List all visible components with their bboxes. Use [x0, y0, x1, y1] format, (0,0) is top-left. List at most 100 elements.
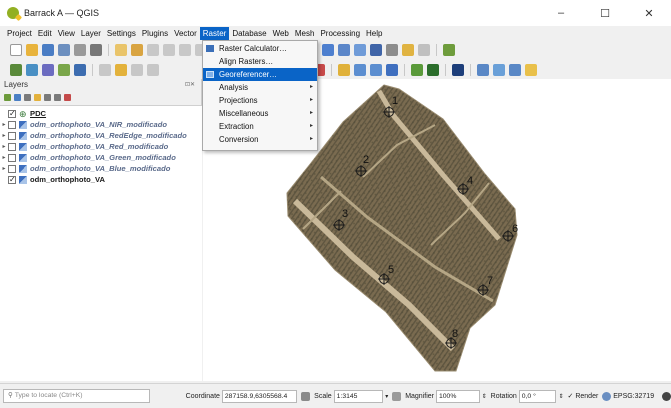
zoom-out-icon[interactable]	[163, 44, 175, 56]
locator-search-input[interactable]: ⚲ Type to locate (Ctrl+K)	[3, 389, 150, 403]
map-tips-icon[interactable]	[418, 44, 430, 56]
menu-item-miscellaneous[interactable]: Miscellaneous ▸	[203, 107, 317, 120]
pan-to-selection-icon[interactable]	[131, 44, 143, 56]
messages-icon[interactable]	[662, 391, 671, 401]
layer-row[interactable]: ▸ odm_orthophoto_VA_NIR_modificado	[0, 119, 202, 130]
layer-row[interactable]: ✓ ⊕ PDC	[0, 108, 202, 119]
menu-plugins[interactable]: Plugins	[139, 27, 171, 40]
layer-checkbox[interactable]	[8, 164, 16, 173]
trace-icon[interactable]	[370, 64, 382, 76]
vertex-tool-icon[interactable]	[147, 64, 159, 76]
layer-checkbox[interactable]: ✓	[8, 109, 16, 118]
select-features-icon[interactable]	[477, 64, 489, 76]
attribute-table-icon[interactable]	[338, 44, 350, 56]
magnifier-spinbox[interactable]: 100%	[435, 389, 480, 403]
layer-row[interactable]: ▸ odm_orthophoto_VA_Blue_modificado	[0, 163, 202, 174]
lock-scale-icon[interactable]	[392, 391, 402, 401]
filter-icon[interactable]	[525, 64, 537, 76]
crs-globe-icon[interactable]	[602, 391, 612, 401]
coordinate-field[interactable]: 287158.9,6305568.4	[221, 389, 298, 403]
digitize-icon[interactable]	[99, 64, 111, 76]
menu-mesh[interactable]: Mesh	[292, 27, 318, 40]
diagram-icon[interactable]	[338, 64, 350, 76]
layer-checkbox[interactable]	[8, 131, 16, 140]
add-layer-icon[interactable]	[10, 64, 22, 76]
extents-toggle-icon[interactable]	[301, 391, 311, 401]
expander-icon[interactable]: ▸	[0, 132, 8, 139]
chevron-down-icon[interactable]: ▾	[385, 393, 388, 400]
pan-icon[interactable]	[115, 44, 127, 56]
expander-icon[interactable]: ▸	[0, 143, 8, 150]
print-layout-icon[interactable]	[74, 44, 86, 56]
measure-icon[interactable]	[386, 44, 398, 56]
menu-help[interactable]: Help	[363, 27, 385, 40]
menu-item-extraction[interactable]: Extraction ▸	[203, 120, 317, 133]
add-delimited-icon[interactable]	[74, 64, 86, 76]
expander-icon[interactable]: ▸	[0, 121, 8, 128]
close-button[interactable]: ✕	[627, 0, 671, 26]
layer-row[interactable]: ▸ odm_orthophoto_VA_Green_modificado	[0, 152, 202, 163]
spinner-arrows-icon[interactable]: ⇕	[558, 393, 563, 400]
layer-checkbox[interactable]	[8, 153, 16, 162]
menu-layer[interactable]: Layer	[78, 27, 104, 40]
open-project-icon[interactable]	[26, 44, 38, 56]
menu-item-align-rasters[interactable]: Align Rasters…	[203, 55, 317, 68]
menu-item-conversion[interactable]: Conversion ▸	[203, 133, 317, 146]
layer-checkbox[interactable]	[8, 120, 16, 129]
identify-icon[interactable]	[322, 44, 334, 56]
layout-icon[interactable]	[452, 64, 464, 76]
expander-icon[interactable]: ▸	[0, 165, 8, 172]
add-group-icon[interactable]	[14, 94, 21, 101]
snapping-icon[interactable]	[354, 64, 366, 76]
filter-legend-icon[interactable]	[34, 94, 41, 101]
menu-view[interactable]: View	[55, 27, 78, 40]
expander-icon[interactable]: ▸	[0, 154, 8, 161]
menu-item-raster-calculator[interactable]: Raster Calculator…	[203, 42, 317, 55]
menu-item-georeferencer[interactable]: Georeferencer…	[203, 68, 317, 81]
annotation-icon[interactable]	[402, 44, 414, 56]
menu-raster[interactable]: Raster	[199, 27, 230, 40]
open-styling-icon[interactable]	[4, 94, 11, 101]
new-project-icon[interactable]	[10, 44, 22, 56]
settings-gear-icon[interactable]	[427, 64, 439, 76]
dock-buttons[interactable]: ⊡✕	[185, 79, 195, 91]
layer-row[interactable]: ✓ odm_orthophoto_VA	[0, 174, 202, 185]
expand-all-icon[interactable]	[44, 94, 51, 101]
add-feature-icon[interactable]	[131, 64, 143, 76]
manage-visibility-icon[interactable]	[24, 94, 31, 101]
crs-label[interactable]: EPSG:32719	[613, 393, 654, 400]
menu-item-analysis[interactable]: Analysis ▸	[203, 81, 317, 94]
menu-vector[interactable]: Vector	[171, 27, 200, 40]
style-manager-icon[interactable]	[90, 44, 102, 56]
plugin-icon[interactable]	[411, 64, 423, 76]
menu-item-projections[interactable]: Projections ▸	[203, 94, 317, 107]
select-value-icon[interactable]	[493, 64, 505, 76]
add-mesh-icon[interactable]	[58, 64, 70, 76]
edit-pencil-icon[interactable]	[115, 64, 127, 76]
python-console-icon[interactable]	[443, 44, 455, 56]
zoom-in-icon[interactable]	[147, 44, 159, 56]
scale-combobox[interactable]: 1:3145	[333, 389, 384, 403]
layer-row[interactable]: ▸ odm_orthophoto_VA_RedEdge_modificado	[0, 130, 202, 141]
menu-web[interactable]: Web	[270, 27, 292, 40]
maximize-button[interactable]: ☐	[583, 0, 627, 26]
layer-checkbox[interactable]: ✓	[8, 175, 16, 184]
zoom-full-icon[interactable]	[179, 44, 191, 56]
remove-layer-icon[interactable]	[64, 94, 71, 101]
statistics-icon[interactable]	[370, 44, 382, 56]
menu-processing[interactable]: Processing	[317, 27, 363, 40]
minimize-button[interactable]: –	[539, 0, 583, 26]
menu-edit[interactable]: Edit	[35, 27, 55, 40]
save-as-icon[interactable]	[58, 44, 70, 56]
menu-database[interactable]: Database	[229, 27, 269, 40]
rotation-spinbox[interactable]: 0,0 °	[518, 389, 557, 403]
deselect-icon[interactable]	[509, 64, 521, 76]
render-checkbox[interactable]: ✓	[567, 392, 573, 400]
field-calculator-icon[interactable]	[354, 44, 366, 56]
layer-checkbox[interactable]	[8, 142, 16, 151]
menu-project[interactable]: Project	[4, 27, 35, 40]
topology-icon[interactable]	[386, 64, 398, 76]
collapse-all-icon[interactable]	[54, 94, 61, 101]
add-raster-icon[interactable]	[42, 64, 54, 76]
layer-row[interactable]: ▸ odm_orthophoto_VA_Red_modificado	[0, 141, 202, 152]
